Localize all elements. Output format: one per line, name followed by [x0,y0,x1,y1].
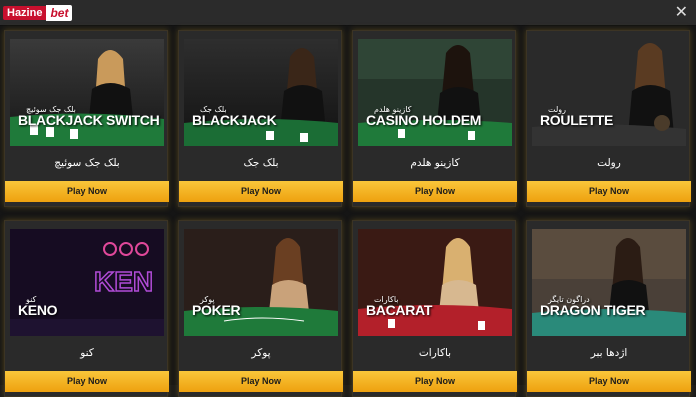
game-grid: بلک جک سوئیچ BLACKJACK SWITCH بلک جک سوئ… [0,26,696,397]
play-now-button[interactable]: Play Now [353,371,517,392]
play-now-button[interactable]: Play Now [527,371,691,392]
game-title: بلک جک [243,157,279,169]
play-now-button[interactable]: Play Now [179,371,343,392]
game-thumbnail[interactable]: پوکر POKER [184,229,338,336]
thumbnail-title-en: DRAGON TIGER [540,302,646,318]
game-card-roulette[interactable]: رولت ROULETTE رولت Play Now [526,30,691,207]
top-bar: Hazine bet ✕ [0,0,696,26]
game-thumbnail[interactable]: دراگون تایگر DRAGON TIGER [532,229,686,336]
game-title: بلک جک سوئیچ [54,157,120,169]
game-card-poker[interactable]: پوکر POKER پوکر Play Now [178,220,343,397]
thumbnail-title-en: BLACKJACK [192,112,277,128]
game-card-blackjack-switch[interactable]: بلک جک سوئیچ BLACKJACK SWITCH بلک جک سوئ… [4,30,169,207]
close-icon[interactable]: ✕ [675,3,688,21]
game-thumbnail[interactable]: باکارات BACARAT [358,229,512,336]
game-card-casino-holdem[interactable]: کازینو هلدم CASINO HOLDEM کازینو هلدم Pl… [352,30,517,207]
hazinebet-logo[interactable]: Hazine bet [3,4,73,22]
play-now-button[interactable]: Play Now [353,181,517,202]
game-thumbnail[interactable]: KEN کنو KENO [10,229,164,336]
thumbnail-title-en: POKER [192,302,241,318]
thumbnail-title-en: CASINO HOLDEM [366,112,482,128]
game-card-keno[interactable]: KEN کنو KENO کنو Play Now [4,220,169,397]
play-now-button[interactable]: Play Now [5,181,169,202]
thumbnail-title-en: BACARAT [366,302,433,318]
play-now-button[interactable]: Play Now [5,371,169,392]
thumbnail-title-en: KENO [18,302,58,318]
game-title: رولت [597,157,621,169]
game-card-blackjack[interactable]: بلک جک BLACKJACK بلک جک Play Now [178,30,343,207]
game-card-dragon-tiger[interactable]: دراگون تایگر DRAGON TIGER اژدها ببر Play… [526,220,691,397]
thumbnail-title-en: BLACKJACK SWITCH [18,112,160,128]
game-thumbnail[interactable]: بلک جک BLACKJACK [184,39,338,146]
thumbnail-title-en: ROULETTE [540,112,614,128]
logo-text-bet: bet [46,5,73,21]
game-thumbnail[interactable]: کازینو هلدم CASINO HOLDEM [358,39,512,146]
play-now-button[interactable]: Play Now [527,181,691,202]
game-thumbnail[interactable]: رولت ROULETTE [532,39,686,146]
game-title: باکارات [418,347,452,359]
game-title: کنو [80,347,94,359]
logo-text-hazine: Hazine [3,6,47,20]
game-card-bacarat[interactable]: باکارات BACARAT باکارات Play Now [352,220,517,397]
game-title: اژدها ببر [590,347,628,359]
svg-text:KEN: KEN [94,266,153,297]
game-title: پوکر [251,347,271,359]
game-title: کازینو هلدم [410,157,460,169]
play-now-button[interactable]: Play Now [179,181,343,202]
game-thumbnail[interactable]: بلک جک سوئیچ BLACKJACK SWITCH [10,39,164,146]
